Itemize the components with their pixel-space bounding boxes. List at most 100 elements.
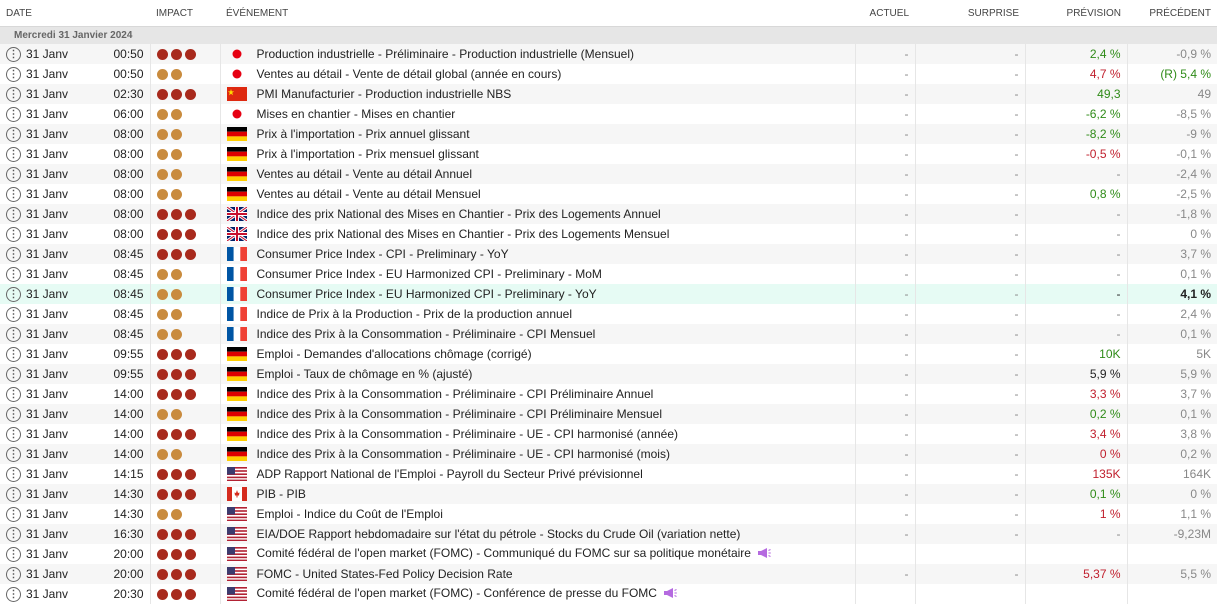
table-row[interactable]: ⋮ 31 Janv 14:30 Emploi - Indice du Coût de … xyxy=(0,504,1217,524)
more-options-icon[interactable]: ⋮ xyxy=(6,166,21,182)
event-name[interactable]: Prix à l'importation - Prix annuel gliss… xyxy=(257,127,470,141)
event-name[interactable]: EIA/DOE Rapport hebdomadaire sur l'état … xyxy=(257,527,741,541)
table-row[interactable]: ⋮ 31 Janv 08:45 Consumer Price Index - EU H… xyxy=(0,264,1217,284)
more-options-icon[interactable]: ⋮ xyxy=(6,206,21,222)
more-options-icon[interactable]: ⋮ xyxy=(6,86,21,102)
event-name[interactable]: Consumer Price Index - CPI - Preliminary… xyxy=(257,247,509,261)
event-cell[interactable]: Consumer Price Index - EU Harmonized CPI… xyxy=(219,284,855,304)
event-column-header[interactable]: ÉVÉNEMENT xyxy=(220,0,855,27)
table-row[interactable]: ⋮ 31 Janv 08:45 Indice des Prix à la Consom… xyxy=(0,324,1217,344)
event-name[interactable]: Indice des Prix à la Consommation - Prél… xyxy=(257,427,679,441)
more-options-icon[interactable]: ⋮ xyxy=(6,246,21,262)
event-name[interactable]: Ventes au détail - Vente de détail globa… xyxy=(257,67,562,81)
more-options-icon[interactable]: ⋮ xyxy=(6,326,21,342)
table-row[interactable]: ⋮ 31 Janv 08:00 Prix à l'importation - Prix… xyxy=(0,124,1217,144)
table-row[interactable]: ⋮ 31 Janv 14:15 ADP Rapport National de l'E… xyxy=(0,464,1217,484)
more-options-icon[interactable]: ⋮ xyxy=(6,286,21,302)
more-options-icon[interactable]: ⋮ xyxy=(6,226,21,242)
more-options-icon[interactable]: ⋮ xyxy=(6,186,21,202)
more-options-icon[interactable]: ⋮ xyxy=(6,466,21,482)
event-cell[interactable]: Indice des Prix à la Consommation - Prél… xyxy=(219,324,855,344)
event-cell[interactable]: PIB - PIB xyxy=(219,484,855,504)
table-row[interactable]: ⋮ 31 Janv 08:45 Consumer Price Index - CPI … xyxy=(0,244,1217,264)
table-row[interactable]: ⋮ 31 Janv 09:55 Emploi - Taux de chômage en… xyxy=(0,364,1217,384)
more-options-icon[interactable]: ⋮ xyxy=(6,486,21,502)
event-name[interactable]: Comité fédéral de l'open market (FOMC) -… xyxy=(257,546,751,560)
event-name[interactable]: Consumer Price Index - EU Harmonized CPI… xyxy=(257,267,602,281)
event-name[interactable]: Emploi - Indice du Coût de l'Emploi xyxy=(257,507,443,521)
event-cell[interactable]: FOMC - United States-Fed Policy Decision… xyxy=(219,564,855,584)
event-name[interactable]: Consumer Price Index - EU Harmonized CPI… xyxy=(257,287,597,301)
table-row[interactable]: ⋮ 31 Janv 14:00 Indice des Prix à la Consom… xyxy=(0,424,1217,444)
more-options-icon[interactable]: ⋮ xyxy=(6,66,21,82)
event-cell[interactable]: Production industrielle - Préliminaire -… xyxy=(219,44,855,64)
table-row[interactable]: ⋮ 31 Janv 00:50 Ventes au détail - Vente de… xyxy=(0,64,1217,84)
event-name[interactable]: Indice des Prix à la Consommation - Prél… xyxy=(257,447,670,461)
more-options-icon[interactable]: ⋮ xyxy=(6,446,21,462)
date-column-header[interactable]: DATE xyxy=(0,0,150,27)
more-options-icon[interactable]: ⋮ xyxy=(6,566,21,582)
event-cell[interactable]: PMI Manufacturier - Production industrie… xyxy=(219,84,855,104)
more-options-icon[interactable]: ⋮ xyxy=(6,526,21,542)
table-row[interactable]: ⋮ 31 Janv 06:00 Mises en chantier - Mises e… xyxy=(0,104,1217,124)
event-cell[interactable]: Prix à l'importation - Prix mensuel glis… xyxy=(219,144,855,164)
table-row[interactable]: ⋮ 31 Janv 14:00 Indice des Prix à la Consom… xyxy=(0,404,1217,424)
event-cell[interactable]: Prix à l'importation - Prix annuel gliss… xyxy=(219,124,855,144)
more-options-icon[interactable]: ⋮ xyxy=(6,546,21,562)
table-row[interactable]: ⋮ 31 Janv 08:00 Ventes au détail - Vente au… xyxy=(0,184,1217,204)
more-options-icon[interactable]: ⋮ xyxy=(6,586,21,602)
event-cell[interactable]: Ventes au détail - Vente de détail globa… xyxy=(219,64,855,84)
event-cell[interactable]: Comité fédéral de l'open market (FOMC) -… xyxy=(219,544,855,564)
event-cell[interactable]: Mises en chantier - Mises en chantier xyxy=(219,104,855,124)
table-row[interactable]: ⋮ 31 Janv 08:00 Indice des prix National de… xyxy=(0,224,1217,244)
event-name[interactable]: Ventes au détail - Vente au détail Mensu… xyxy=(257,187,481,201)
more-options-icon[interactable]: ⋮ xyxy=(6,46,21,62)
table-row[interactable]: ⋮ 31 Janv 08:00 Ventes au détail - Vente au… xyxy=(0,164,1217,184)
table-row[interactable]: ⋮ 31 Janv 08:45 Indice de Prix à la Product… xyxy=(0,304,1217,324)
event-cell[interactable]: Emploi - Indice du Coût de l'Emploi xyxy=(219,504,855,524)
event-cell[interactable]: Emploi - Demandes d'allocations chômage … xyxy=(219,344,855,364)
more-options-icon[interactable]: ⋮ xyxy=(6,106,21,122)
table-row[interactable]: ⋮ 31 Janv 20:30 Comité fédéral de l'open ma… xyxy=(0,584,1217,604)
previous-column-header[interactable]: PRÉCÉDENT xyxy=(1127,0,1217,27)
event-cell[interactable]: Indice des prix National des Mises en Ch… xyxy=(219,224,855,244)
event-name[interactable]: Indice de Prix à la Production - Prix de… xyxy=(257,307,573,321)
event-name[interactable]: Emploi - Demandes d'allocations chômage … xyxy=(257,347,532,361)
table-row[interactable]: ⋮ 31 Janv 08:00 Prix à l'importation - Prix… xyxy=(0,144,1217,164)
event-cell[interactable]: Ventes au détail - Vente au détail Annue… xyxy=(219,164,855,184)
event-cell[interactable]: Indice des Prix à la Consommation - Prél… xyxy=(219,404,855,424)
actual-column-header[interactable]: ACTUEL xyxy=(855,0,915,27)
event-name[interactable]: Indice des Prix à la Consommation - Prél… xyxy=(257,327,596,341)
event-name[interactable]: PMI Manufacturier - Production industrie… xyxy=(257,87,512,101)
event-name[interactable]: ADP Rapport National de l'Emploi - Payro… xyxy=(257,467,643,481)
event-name[interactable]: PIB - PIB xyxy=(257,487,306,501)
table-row[interactable]: ⋮ 31 Janv 08:00 Indice des prix National de… xyxy=(0,204,1217,224)
more-options-icon[interactable]: ⋮ xyxy=(6,426,21,442)
table-row[interactable]: ⋮ 31 Janv 02:30 PMI Manufacturier - Product… xyxy=(0,84,1217,104)
event-cell[interactable]: Indice des Prix à la Consommation - Prél… xyxy=(219,384,855,404)
table-row[interactable]: ⋮ 31 Janv 08:45 Consumer Price Index - EU H… xyxy=(0,284,1217,304)
event-name[interactable]: Production industrielle - Préliminaire -… xyxy=(257,47,635,61)
event-cell[interactable]: ADP Rapport National de l'Emploi - Payro… xyxy=(219,464,855,484)
event-name[interactable]: Ventes au détail - Vente au détail Annue… xyxy=(257,167,473,181)
event-name[interactable]: Indice des Prix à la Consommation - Prél… xyxy=(257,387,654,401)
more-options-icon[interactable]: ⋮ xyxy=(6,506,21,522)
table-row[interactable]: ⋮ 31 Janv 14:00 Indice des Prix à la Consom… xyxy=(0,444,1217,464)
more-options-icon[interactable]: ⋮ xyxy=(6,366,21,382)
more-options-icon[interactable]: ⋮ xyxy=(6,126,21,142)
event-cell[interactable]: Indice des Prix à la Consommation - Prél… xyxy=(219,424,855,444)
table-row[interactable]: ⋮ 31 Janv 09:55 Emploi - Demandes d'allocat… xyxy=(0,344,1217,364)
more-options-icon[interactable]: ⋮ xyxy=(6,406,21,422)
event-cell[interactable]: Indice des prix National des Mises en Ch… xyxy=(219,204,855,224)
event-cell[interactable]: Ventes au détail - Vente au détail Mensu… xyxy=(219,184,855,204)
event-cell[interactable]: Indice des Prix à la Consommation - Prél… xyxy=(219,444,855,464)
table-row[interactable]: ⋮ 31 Janv 00:50 Production industrielle - P… xyxy=(0,44,1217,64)
event-name[interactable]: Emploi - Taux de chômage en % (ajusté) xyxy=(257,367,473,381)
surprise-column-header[interactable]: SURPRISE xyxy=(915,0,1025,27)
table-row[interactable]: ⋮ 31 Janv 20:00 FOMC - United States-Fed Po… xyxy=(0,564,1217,584)
more-options-icon[interactable]: ⋮ xyxy=(6,386,21,402)
event-name[interactable]: Indice des Prix à la Consommation - Prél… xyxy=(257,407,662,421)
event-cell[interactable]: EIA/DOE Rapport hebdomadaire sur l'état … xyxy=(219,524,855,544)
event-cell[interactable]: Indice de Prix à la Production - Prix de… xyxy=(219,304,855,324)
event-cell[interactable]: Comité fédéral de l'open market (FOMC) -… xyxy=(219,584,855,604)
